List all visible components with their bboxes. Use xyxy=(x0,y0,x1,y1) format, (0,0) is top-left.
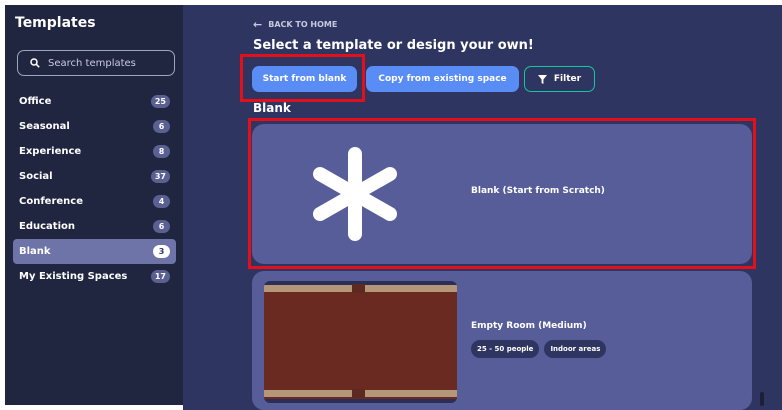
back-arrow-icon: ← xyxy=(253,18,263,31)
sidebar-item-seasonal[interactable]: Seasonal 6 xyxy=(13,114,176,139)
count-badge: 17 xyxy=(150,270,170,283)
count-badge: 37 xyxy=(150,170,170,183)
page-title: Select a template or design your own! xyxy=(253,38,534,53)
back-to-home-link[interactable]: ← BACK TO HOME xyxy=(253,18,337,31)
back-label: BACK TO HOME xyxy=(268,20,338,29)
tag-area: Indoor areas xyxy=(544,340,607,358)
sidebar-item-office[interactable]: Office 25 xyxy=(13,89,176,114)
sidebar-item-conference[interactable]: Conference 4 xyxy=(13,189,176,214)
sidebar-item-social[interactable]: Social 37 xyxy=(13,164,176,189)
category-list: Office 25 Seasonal 6 Experience 8 Social 37 … xyxy=(13,89,176,289)
sidebar-item-my-existing-spaces[interactable]: My Existing Spaces 17 xyxy=(13,264,176,289)
search-icon xyxy=(30,58,40,68)
sidebar: Templates Search templates Office 25 Seas… xyxy=(5,5,183,405)
sidebar-title: Templates xyxy=(15,15,96,31)
sidebar-item-blank[interactable]: Blank 3 xyxy=(13,239,176,264)
tag-capacity: 25 - 50 people xyxy=(471,340,540,358)
highlight-box-blank-card xyxy=(248,118,756,269)
tag-list: 25 - 50 people Indoor areas xyxy=(471,340,611,358)
room-preview-image xyxy=(264,281,457,403)
filter-button[interactable]: Filter xyxy=(524,66,595,92)
sidebar-item-label: Experience xyxy=(19,146,82,157)
count-badge: 25 xyxy=(150,95,170,108)
sidebar-item-label: Blank xyxy=(19,246,51,257)
count-badge: 8 xyxy=(153,145,170,158)
count-badge: 4 xyxy=(153,195,170,208)
copy-existing-space-button[interactable]: Copy from existing space xyxy=(366,66,519,92)
highlight-box-start-button xyxy=(240,54,365,102)
sidebar-item-education[interactable]: Education 6 xyxy=(13,214,176,239)
search-input[interactable]: Search templates xyxy=(17,50,175,76)
card-title: Empty Room (Medium) xyxy=(471,321,587,331)
sidebar-item-experience[interactable]: Experience 8 xyxy=(13,139,176,164)
sidebar-item-label: Seasonal xyxy=(19,121,70,132)
filter-label: Filter xyxy=(553,74,582,84)
search-placeholder: Search templates xyxy=(48,57,136,69)
room-door-bottom xyxy=(352,389,365,398)
sidebar-item-label: My Existing Spaces xyxy=(19,271,128,282)
count-badge: 6 xyxy=(153,220,170,233)
room-door-top xyxy=(352,284,365,293)
room-floor xyxy=(264,287,457,399)
scrollbar[interactable] xyxy=(760,392,764,406)
app-window: Templates Search templates Office 25 Seas… xyxy=(0,0,782,410)
section-title: Blank xyxy=(253,101,291,115)
sidebar-item-label: Social xyxy=(19,171,53,182)
sidebar-item-label: Education xyxy=(19,221,75,232)
template-card-empty-room[interactable]: Empty Room (Medium) 25 - 50 people Indoo… xyxy=(252,271,752,410)
sidebar-item-label: Office xyxy=(19,96,52,107)
filter-icon xyxy=(537,74,547,84)
sidebar-item-label: Conference xyxy=(19,196,84,207)
count-badge: 3 xyxy=(153,245,170,258)
count-badge: 6 xyxy=(153,120,170,133)
